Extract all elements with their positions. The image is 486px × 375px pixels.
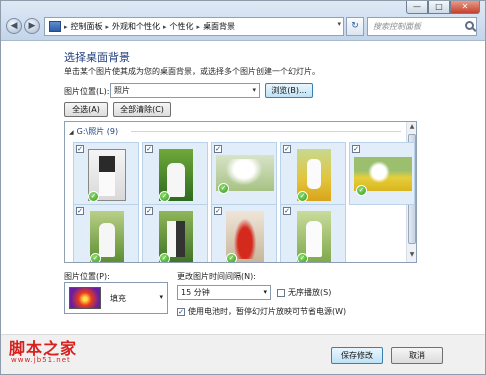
shuffle-checkbox[interactable]: 无序播放(S) xyxy=(277,287,331,298)
thumbnail-checkbox[interactable]: ✓ xyxy=(214,207,222,215)
select-all-button[interactable]: 全选(A) xyxy=(64,102,108,117)
selected-check-icon: ✓ xyxy=(226,253,237,262)
title-bar: — □ ✕ ◀ ▶ ▸ 控制面板 ▸ 外观和个性化 ▸ 个性化 ▸ 桌面背景 ▾… xyxy=(1,1,485,41)
chevron-down-icon: ▾ xyxy=(263,288,267,296)
gallery-group-header[interactable]: ◢ G:\照片 (9) xyxy=(69,126,118,137)
minimize-button[interactable]: — xyxy=(406,1,428,14)
thumbnail-checkbox[interactable]: ✓ xyxy=(214,145,222,153)
interval-value: 15 分钟 xyxy=(181,288,210,297)
selected-check-icon: ✓ xyxy=(159,191,170,202)
shuffle-label: 无序播放(S) xyxy=(288,288,332,297)
control-panel-icon xyxy=(49,21,61,32)
search-input[interactable]: 搜索控制面板 xyxy=(367,17,477,36)
selected-check-icon: ✓ xyxy=(356,185,367,196)
back-button[interactable]: ◀ xyxy=(6,18,22,34)
cancel-button[interactable]: 取消 xyxy=(391,347,443,364)
page-title: 选择桌面背景 xyxy=(64,51,130,64)
picture-position-value: 填充 xyxy=(110,294,126,303)
selected-check-icon: ✓ xyxy=(90,253,101,262)
chevron-right-icon: ▸ xyxy=(64,22,68,31)
wallpaper-thumbnail[interactable]: ✓ ✓ xyxy=(211,204,277,262)
wallpaper-thumbnail[interactable]: ✓ ✓ xyxy=(211,142,277,205)
wallpaper-thumbnail[interactable]: ✓ ✓ xyxy=(142,142,208,205)
refresh-button[interactable]: ↻ xyxy=(346,17,364,36)
interval-label: 更改图片时间间隔(N): xyxy=(177,272,256,281)
breadcrumb-control-panel[interactable]: 控制面板 xyxy=(71,21,103,32)
forward-button[interactable]: ▶ xyxy=(24,18,40,34)
clear-all-button[interactable]: 全部清除(C) xyxy=(113,102,171,117)
gallery-group-label: G:\照片 (9) xyxy=(76,127,119,136)
picture-location-value: 照片 xyxy=(114,86,130,95)
chevron-right-icon: ▸ xyxy=(196,22,201,31)
personalization-window: — □ ✕ ◀ ▶ ▸ 控制面板 ▸ 外观和个性化 ▸ 个性化 ▸ 桌面背景 ▾… xyxy=(0,0,486,375)
picture-gallery[interactable]: ◢ G:\照片 (9) ▲ ▼ ✓ ✓ ✓ ✓ ✓ ✓ ✓ ✓ ✓ ✓ ✓ ✓ … xyxy=(64,121,417,263)
wallpaper-thumbnail[interactable]: ✓ ✓ xyxy=(349,142,415,205)
selected-check-icon: ✓ xyxy=(297,191,308,202)
page-description: 单击某个图片使其成为您的桌面背景，或选择多个图片创建一个幻灯片。 xyxy=(64,67,320,76)
picture-position-select[interactable]: 填充 ▾ xyxy=(64,282,168,314)
address-bar[interactable]: ▸ 控制面板 ▸ 外观和个性化 ▸ 个性化 ▸ 桌面背景 ▾ xyxy=(44,17,344,36)
selected-check-icon: ✓ xyxy=(218,183,229,194)
thumbnail-checkbox[interactable]: ✓ xyxy=(145,207,153,215)
battery-pause-checkbox[interactable]: ✓ 使用电池时，暂停幻灯片放映可节省电源(W) xyxy=(177,306,346,317)
thumbnail-checkbox[interactable]: ✓ xyxy=(145,145,153,153)
chevron-down-icon: ▾ xyxy=(159,293,163,301)
breadcrumb-appearance[interactable]: 外观和个性化 xyxy=(112,21,160,32)
selected-check-icon: ✓ xyxy=(88,191,99,202)
interval-select[interactable]: 15 分钟 ▾ xyxy=(177,285,271,300)
watermark-url: www.jb51.net xyxy=(11,356,71,364)
thumbnail-checkbox[interactable]: ✓ xyxy=(76,145,84,153)
position-preview-image xyxy=(69,287,101,309)
close-button[interactable]: ✕ xyxy=(450,1,480,14)
wallpaper-thumbnail[interactable]: ✓ ✓ xyxy=(142,204,208,262)
selected-check-icon: ✓ xyxy=(159,253,170,262)
picture-position-label: 图片位置(P): xyxy=(64,272,110,281)
breadcrumb-desktop-background[interactable]: 桌面背景 xyxy=(203,21,235,32)
wallpaper-thumbnail[interactable]: ✓ ✓ xyxy=(73,142,139,205)
search-icon xyxy=(465,21,474,30)
wallpaper-thumbnail[interactable]: ✓ ✓ xyxy=(73,204,139,262)
chevron-down-icon[interactable]: ▾ xyxy=(337,20,341,28)
chevron-right-icon: ▸ xyxy=(105,22,110,31)
chevron-right-icon: ▸ xyxy=(163,22,167,31)
group-divider xyxy=(131,131,401,132)
selected-check-icon: ✓ xyxy=(297,253,308,262)
wallpaper-thumbnail[interactable]: ✓ ✓ xyxy=(280,204,346,262)
scroll-down-icon[interactable]: ▼ xyxy=(408,251,416,261)
shuffle-checkbox-box[interactable] xyxy=(277,288,285,297)
thumbnail-checkbox[interactable]: ✓ xyxy=(76,207,84,215)
breadcrumb-personalization[interactable]: 个性化 xyxy=(170,21,194,32)
save-changes-button[interactable]: 保存修改 xyxy=(331,347,383,364)
maximize-button[interactable]: □ xyxy=(428,1,450,14)
wallpaper-thumbnail[interactable]: ✓ ✓ xyxy=(280,142,346,205)
browse-button[interactable]: 浏览(B)... xyxy=(265,83,313,98)
picture-location-label: 图片位置(L): xyxy=(64,87,110,96)
collapse-icon: ◢ xyxy=(69,129,74,136)
thumbnail-checkbox[interactable]: ✓ xyxy=(283,145,291,153)
chevron-down-icon: ▾ xyxy=(252,86,256,94)
battery-pause-label: 使用电池时，暂停幻灯片放映可节省电源(W) xyxy=(188,307,347,316)
battery-pause-checkbox-box[interactable]: ✓ xyxy=(177,307,185,316)
thumbnail-checkbox[interactable]: ✓ xyxy=(352,145,360,153)
thumbnail-checkbox[interactable]: ✓ xyxy=(283,207,291,215)
picture-location-select[interactable]: 照片 ▾ xyxy=(110,83,260,98)
window-controls: — □ ✕ xyxy=(406,1,480,14)
scroll-up-icon[interactable]: ▲ xyxy=(408,123,416,133)
